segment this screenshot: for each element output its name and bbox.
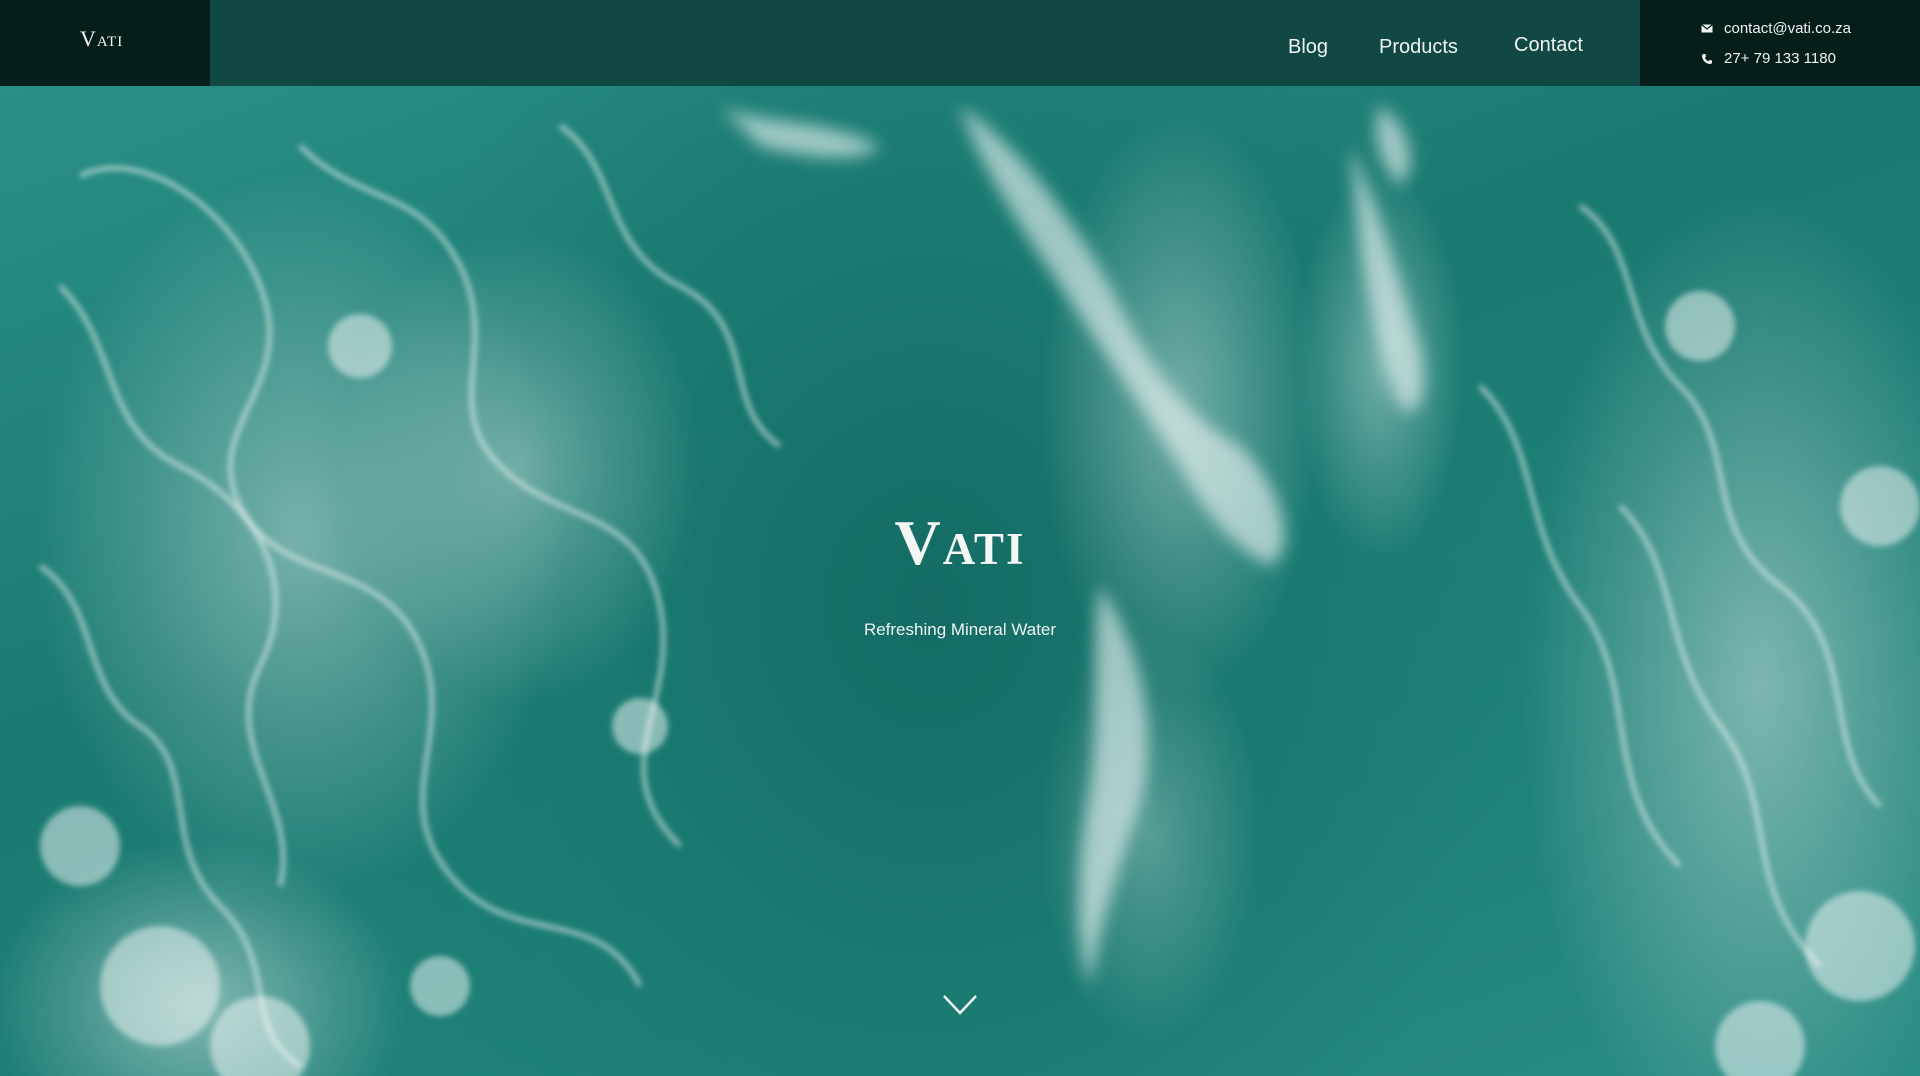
contact-info: contact@vati.co.za 27+ 79 133 1180 [1640, 0, 1920, 86]
email-link[interactable]: contact@vati.co.za [1700, 20, 1851, 37]
site-header: Vati Blog Products Contact contact@vati.… [0, 0, 1920, 86]
mail-icon [1700, 22, 1714, 36]
page: Vati Blog Products Contact contact@vati.… [0, 0, 1920, 1076]
hero-section: Vati Refreshing Mineral Water [0, 86, 1920, 1076]
hero-subtitle: Refreshing Mineral Water [863, 620, 1057, 639]
logo-box: Vati [0, 0, 210, 86]
phone-text: 27+ 79 133 1180 [1724, 50, 1836, 67]
phone-icon [1700, 52, 1714, 66]
scroll-down-button[interactable] [940, 992, 980, 1022]
phone-link[interactable]: 27+ 79 133 1180 [1700, 50, 1836, 67]
nav-products[interactable]: Products [1379, 36, 1458, 59]
chevron-down-icon [942, 994, 978, 1021]
nav-blog[interactable]: Blog [1288, 36, 1328, 59]
email-text: contact@vati.co.za [1724, 20, 1851, 37]
hero-title: Vati [894, 507, 1026, 578]
hero-content: Vati Refreshing Mineral Water [0, 86, 1920, 1076]
nav-contact[interactable]: Contact [1514, 34, 1583, 57]
site-logo[interactable]: Vati [80, 26, 123, 52]
